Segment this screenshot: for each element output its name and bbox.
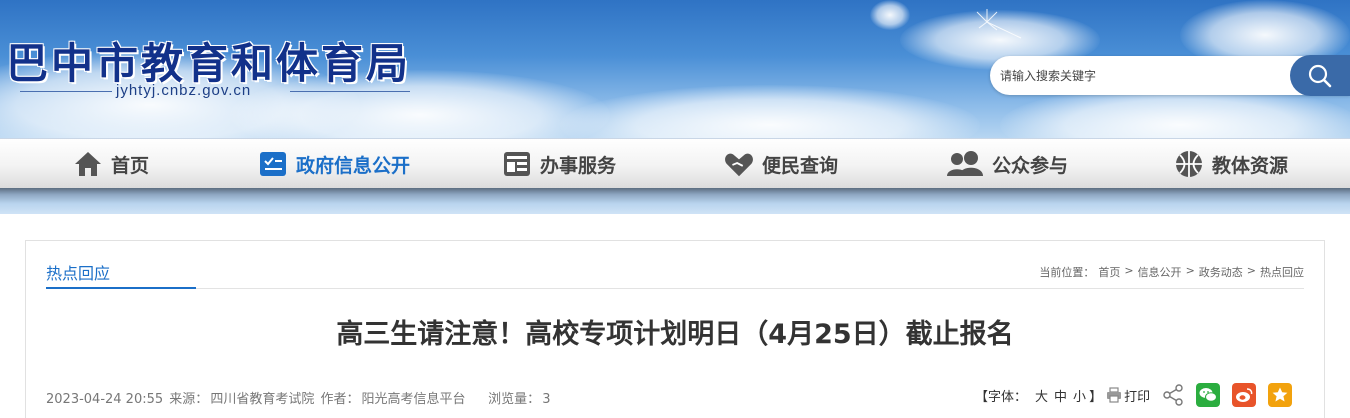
main-nav: 首页 政府信息公开 办事服务 便民查询 公众参与 教体资源 <box>0 138 1350 188</box>
nav-item-home[interactable]: 首页 <box>73 139 149 189</box>
nav-label: 办事服务 <box>540 154 617 177</box>
author-label: 作者： <box>320 392 360 407</box>
service-icon <box>502 149 532 179</box>
section-divider <box>196 288 1304 289</box>
cloud-decoration <box>870 0 910 30</box>
source-label: 来源： <box>169 392 209 407</box>
dandelion-icon <box>976 9 1022 39</box>
share-icon <box>1163 384 1183 406</box>
author-value: 阳光高考信息平台 <box>361 392 466 407</box>
home-icon <box>73 149 103 179</box>
nav-label: 教体资源 <box>1212 154 1289 177</box>
section-title: 热点回应 <box>46 264 111 283</box>
cloud-decoration <box>560 85 980 140</box>
source-value: 四川省教育考试院 <box>210 392 315 407</box>
breadcrumb-separator: > <box>1124 264 1134 277</box>
weibo-share-button[interactable] <box>1232 383 1257 407</box>
logo-divider <box>20 91 112 92</box>
font-medium-button[interactable]: 中 <box>1054 386 1067 405</box>
site-domain: jyhtyj.cnbz.gov.cn <box>116 82 252 99</box>
print-label: 打印 <box>1124 389 1151 405</box>
nav-label: 政府信息公开 <box>296 154 411 177</box>
nav-item-info-public[interactable]: 政府信息公开 <box>258 139 410 189</box>
heart-hand-icon <box>724 149 754 179</box>
breadcrumb-hot-response[interactable]: 热点回应 <box>1260 264 1304 280</box>
search-icon <box>1308 64 1332 87</box>
article-meta: 2023-04-24 20:55 来源： 四川省教育考试院 作者： 阳光高考信息平台… <box>46 388 552 407</box>
nav-item-resources[interactable]: 教体资源 <box>1174 139 1288 189</box>
print-button[interactable]: 打印 <box>1106 386 1150 405</box>
nav-label: 首页 <box>111 154 150 177</box>
breadcrumb: 当前位置： 首页 > 信息公开 > 政务动态 > 热点回应 <box>1039 264 1304 280</box>
publish-datetime: 2023-04-24 20:55 <box>46 392 164 407</box>
views-count: 3 <box>542 392 551 407</box>
nav-label: 公众参与 <box>992 154 1069 177</box>
nav-item-participation[interactable]: 公众参与 <box>946 139 1068 189</box>
views-label: 浏览量： <box>488 392 541 407</box>
nav-shadow-band <box>0 188 1350 214</box>
breadcrumb-info-public[interactable]: 信息公开 <box>1138 264 1182 280</box>
nav-label: 便民查询 <box>762 154 839 177</box>
nav-item-convenience[interactable]: 便民查询 <box>724 139 838 189</box>
wechat-share-button[interactable] <box>1196 383 1221 407</box>
printer-icon <box>1107 387 1122 403</box>
breadcrumb-news[interactable]: 政务动态 <box>1199 264 1243 280</box>
font-small-button[interactable]: 小 <box>1073 386 1086 405</box>
ball-icon <box>1174 149 1204 179</box>
weibo-icon <box>1236 388 1253 402</box>
font-large-button[interactable]: 大 <box>1035 386 1048 405</box>
logo-divider <box>290 91 410 92</box>
font-size-bracket: 】 <box>1089 389 1103 405</box>
info-public-icon <box>258 149 288 179</box>
article-tools: 【字体： 大 中 小 】 打印 <box>975 380 1293 410</box>
people-icon <box>946 149 984 179</box>
nav-item-service[interactable]: 办事服务 <box>502 139 616 189</box>
wechat-icon <box>1199 388 1218 402</box>
share-button[interactable] <box>1162 384 1184 406</box>
search-input[interactable] <box>1000 65 1280 87</box>
search-button[interactable] <box>1290 55 1350 96</box>
favorite-button[interactable] <box>1268 383 1293 407</box>
section-underline <box>46 287 196 289</box>
font-size-label: 【字体： <box>975 389 1028 405</box>
breadcrumb-prefix: 当前位置： <box>1039 266 1095 279</box>
article-title: 高三生请注意！高校专项计划明日（4月25日）截止报名 <box>336 319 1014 350</box>
breadcrumb-separator: > <box>1185 264 1195 277</box>
breadcrumb-home[interactable]: 首页 <box>1098 264 1120 280</box>
star-icon <box>1272 387 1288 402</box>
breadcrumb-separator: > <box>1246 264 1256 277</box>
